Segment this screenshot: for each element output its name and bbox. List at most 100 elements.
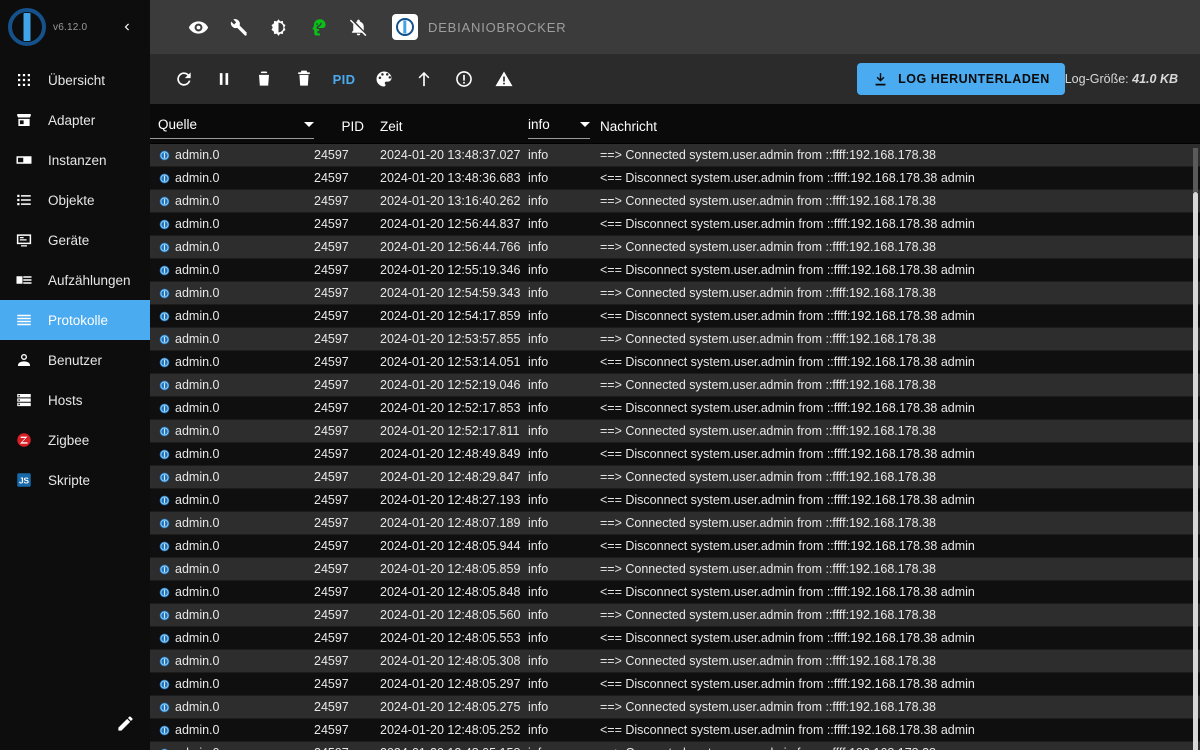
table-row[interactable]: admin.0 24597 2024-01-20 12:55:19.346 info <… — [150, 259, 1200, 282]
cell-severity: info — [528, 217, 549, 231]
cell-severity: info — [528, 470, 549, 484]
cell-pid: 24597 — [314, 723, 349, 737]
palette-icon — [376, 71, 392, 87]
table-row[interactable]: admin.0 24597 2024-01-20 12:48:27.193 info <… — [150, 489, 1200, 512]
cell-message: <== Disconnect system.user.admin from ::… — [600, 539, 975, 553]
cell-source-label: admin.0 — [175, 309, 220, 323]
cell-source-label: admin.0 — [175, 631, 220, 645]
scroll-top-button[interactable] — [404, 59, 444, 99]
cell-time: 2024-01-20 12:48:05.553 — [380, 631, 521, 645]
table-row[interactable]: admin.0 24597 2024-01-20 12:54:59.343 info =… — [150, 282, 1200, 305]
column-header-severity[interactable]: info — [528, 113, 590, 139]
sidebar-nav: Übersicht Adapter Instanzen Objekte Gerä… — [0, 60, 150, 500]
table-body: admin.0 24597 2024-01-20 13:48:37.027 info =… — [150, 144, 1200, 750]
table-row[interactable]: admin.0 24597 2024-01-20 12:48:05.275 info =… — [150, 696, 1200, 719]
table-row[interactable]: admin.0 24597 2024-01-20 12:53:14.051 info <… — [150, 351, 1200, 374]
sidebar-item-geraete[interactable]: Geräte — [0, 220, 150, 260]
table-row[interactable]: admin.0 24597 2024-01-20 12:52:17.811 info =… — [150, 420, 1200, 443]
cell-pid: 24597 — [314, 263, 349, 277]
cell-message: ==> Connected system.user.admin from ::f… — [600, 608, 936, 622]
log-toolbar: PID LOG HERUNTERLADEN Log-Größe: 41.0 KB — [150, 54, 1200, 104]
table-row[interactable]: admin.0 24597 2024-01-20 13:48:36.683 info <… — [150, 167, 1200, 190]
table-row[interactable]: admin.0 24597 2024-01-20 13:16:40.262 info =… — [150, 190, 1200, 213]
vertical-scrollbar[interactable] — [1193, 148, 1198, 750]
sidebar-item-aufzaehlungen[interactable]: Aufzählungen — [0, 260, 150, 300]
sidebar-item-label: Objekte — [48, 192, 95, 208]
table-row[interactable]: admin.0 24597 2024-01-20 12:48:29.847 info =… — [150, 466, 1200, 489]
iobroker-admin-window: v6.12.0 Übersicht Adapter Instanzen Obje… — [0, 0, 1200, 750]
table-row[interactable]: admin.0 24597 2024-01-20 12:48:05.297 info <… — [150, 673, 1200, 696]
table-row[interactable]: admin.0 245972024-01-20 12:48:05.158info=… — [150, 742, 1200, 750]
refresh-button[interactable] — [164, 59, 204, 99]
table-row[interactable]: admin.0 24597 2024-01-20 12:48:07.189 info =… — [150, 512, 1200, 535]
expert-mode-button[interactable] — [298, 7, 338, 47]
table-row[interactable]: admin.0 24597 2024-01-20 12:48:05.308 info =… — [150, 650, 1200, 673]
table-row[interactable]: admin.0 24597 2024-01-20 12:56:44.837 info <… — [150, 213, 1200, 236]
sidebar-item-instanzen[interactable]: Instanzen — [0, 140, 150, 180]
errors-filter-button[interactable] — [444, 59, 484, 99]
cell-source: admin.0 — [150, 562, 314, 576]
table-row[interactable]: admin.0 24597 2024-01-20 12:52:17.853 info <… — [150, 397, 1200, 420]
column-header-message[interactable]: Nachricht — [590, 113, 1200, 139]
sidebar-item-adapter[interactable]: Adapter — [0, 100, 150, 140]
table-row[interactable]: admin.0 24597 2024-01-20 12:48:05.848 info <… — [150, 581, 1200, 604]
cell-message: <== Disconnect system.user.admin from ::… — [600, 401, 975, 415]
sidebar-item-uebersicht[interactable]: Übersicht — [0, 60, 150, 100]
table-row[interactable]: admin.0 24597 2024-01-20 12:48:05.859 info =… — [150, 558, 1200, 581]
sidebar-item-hosts[interactable]: Hosts — [0, 380, 150, 420]
table-row[interactable]: admin.0 24597 2024-01-20 12:48:05.252 info <… — [150, 719, 1200, 742]
eye-button[interactable] — [178, 7, 218, 47]
table-row[interactable]: admin.0 24597 2024-01-20 12:54:17.859 info <… — [150, 305, 1200, 328]
column-header-pid[interactable]: PID — [314, 113, 368, 139]
column-header-source[interactable]: Quelle — [150, 113, 314, 139]
table-header-row: Quelle PID Zeit info Nachricht — [150, 104, 1200, 144]
host-chip[interactable]: DEBIANIOBROCKER — [392, 14, 566, 40]
sidebar-item-zigbee[interactable]: Zigbee — [0, 420, 150, 460]
sidebar-item-label: Protokolle — [48, 312, 109, 328]
settings-button[interactable] — [218, 7, 258, 47]
delete-logfile-button[interactable] — [284, 59, 324, 99]
table-row[interactable]: admin.0 24597 2024-01-20 12:48:49.849 info <… — [150, 443, 1200, 466]
cell-source: admin.0 — [150, 723, 314, 737]
cell-pid: 24597 — [314, 401, 349, 415]
sidebar-item-skripte[interactable]: JS Skripte — [0, 460, 150, 500]
clear-list-button[interactable] — [244, 59, 284, 99]
table-row[interactable]: admin.0 24597 2024-01-20 12:48:05.560 info =… — [150, 604, 1200, 627]
cell-source-label: admin.0 — [175, 240, 220, 254]
cell-source-label: admin.0 — [175, 263, 220, 277]
sidebar-edit-button[interactable] — [112, 710, 138, 736]
cell-message: ==> Connected system.user.admin from ::f… — [600, 424, 936, 438]
warnings-filter-button[interactable] — [484, 59, 524, 99]
pause-button[interactable] — [204, 59, 244, 99]
scrollbar-thumb[interactable] — [1193, 192, 1198, 750]
cell-pid: 24597 — [314, 217, 349, 231]
colors-button[interactable] — [364, 59, 404, 99]
cell-source-label: admin.0 — [175, 470, 220, 484]
brightness-icon — [271, 18, 285, 36]
table-row[interactable]: admin.0 24597 2024-01-20 12:56:44.766 info =… — [150, 236, 1200, 259]
iobroker-logo-icon — [8, 8, 46, 46]
theme-button[interactable] — [258, 7, 298, 47]
cell-severity: info — [528, 562, 549, 576]
cell-time: 2024-01-20 12:48:49.849 — [380, 447, 521, 461]
table-row[interactable]: admin.0 24597 2024-01-20 12:48:05.553 info <… — [150, 627, 1200, 650]
adapter-gear-icon — [158, 195, 171, 208]
cell-source-label: admin.0 — [175, 332, 220, 346]
sidebar-item-objekte[interactable]: Objekte — [0, 180, 150, 220]
cell-message: ==> Connected system.user.admin from ::f… — [600, 654, 936, 668]
cell-severity: info — [528, 171, 549, 185]
table-row[interactable]: admin.0 24597 2024-01-20 12:48:05.944 info <… — [150, 535, 1200, 558]
sidebar-item-protokolle[interactable]: Protokolle — [0, 300, 150, 340]
notifications-off-button[interactable] — [338, 7, 378, 47]
sidebar-collapse-button[interactable] — [118, 18, 136, 36]
adapter-gear-icon — [158, 678, 171, 691]
column-header-time[interactable]: Zeit — [368, 113, 528, 139]
table-row[interactable]: admin.0 24597 2024-01-20 12:53:57.855 info =… — [150, 328, 1200, 351]
table-row[interactable]: admin.0 24597 2024-01-20 13:48:37.027 info =… — [150, 144, 1200, 167]
pid-toggle-button[interactable]: PID — [324, 64, 364, 94]
sidebar-item-benutzer[interactable]: Benutzer — [0, 340, 150, 380]
table-row[interactable]: admin.0 24597 2024-01-20 12:52:19.046 info =… — [150, 374, 1200, 397]
download-log-button[interactable]: LOG HERUNTERLADEN — [857, 63, 1065, 95]
logo-row: v6.12.0 — [0, 0, 150, 54]
cell-source-label: admin.0 — [175, 194, 220, 208]
